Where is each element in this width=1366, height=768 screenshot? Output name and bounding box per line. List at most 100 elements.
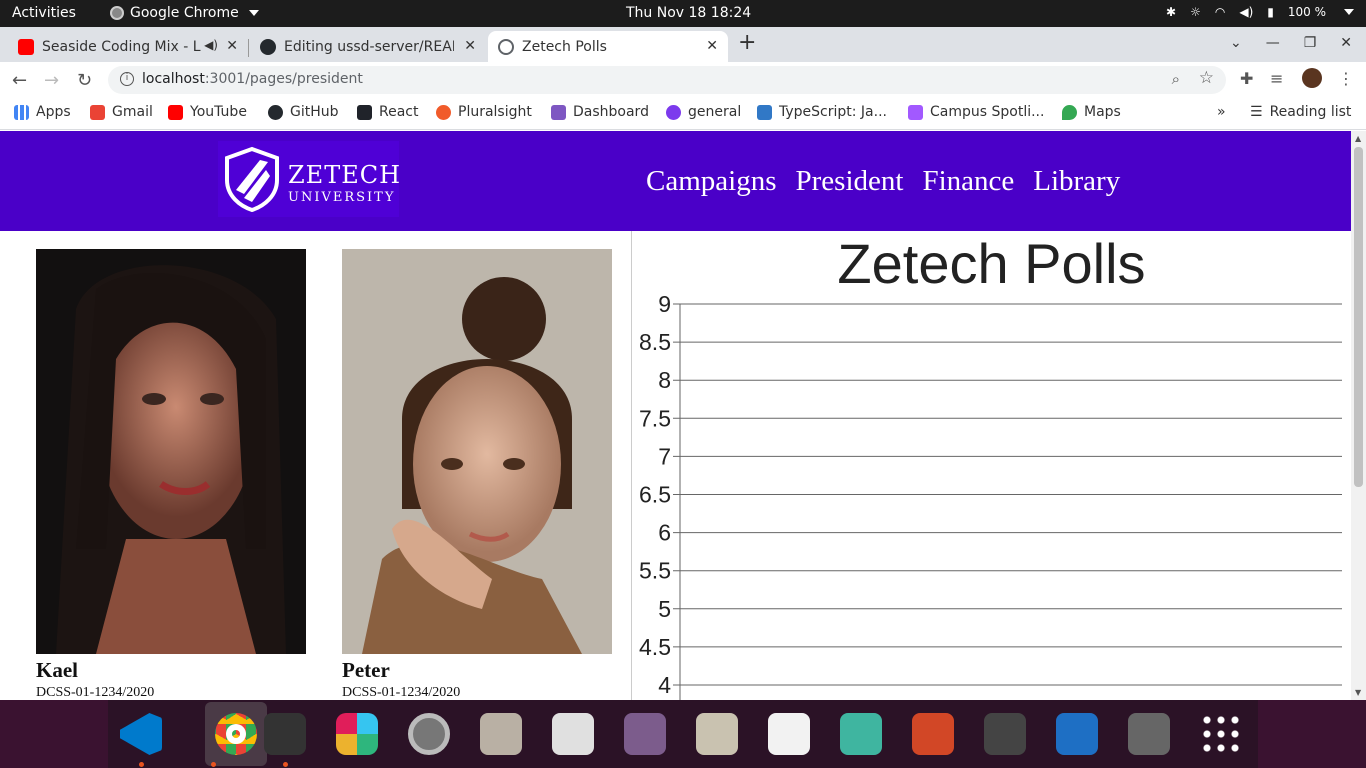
document-viewer-icon[interactable] [549,710,597,758]
settings-icon[interactable] [405,710,453,758]
reading-list-button[interactable]: ☰ Reading list [1250,104,1351,120]
extensions-icon[interactable]: ✚ [1240,69,1253,88]
tab-github[interactable]: Editing ussd-server/READ ✕ [250,31,486,62]
settings-glyph [408,713,450,755]
archive-icon[interactable] [693,710,741,758]
bookmark-general[interactable]: general [666,104,741,120]
system-monitor-icon[interactable] [981,710,1029,758]
candidate-photo[interactable] [36,249,306,654]
menu-icon[interactable]: ⋮ [1338,69,1354,88]
bookmark-dashboard[interactable]: Dashboard [551,104,649,120]
writer-icon[interactable] [1053,710,1101,758]
chevron-down-icon [248,10,259,16]
bookmark-youtube[interactable]: YouTube [168,104,247,120]
y-tick-label: 5.5 [639,558,671,584]
remote-desktop-icon[interactable] [837,710,885,758]
close-icon[interactable]: ✕ [464,38,476,54]
tab-zetech-polls[interactable]: Zetech Polls ✕ [488,31,728,62]
text-editor-icon[interactable] [765,710,813,758]
tab-search-icon[interactable]: ⌄ [1230,35,1242,51]
apps-grid-icon [14,104,29,120]
bookmark-github[interactable]: GitHub [268,104,339,120]
bookmark-maps[interactable]: Maps [1062,104,1121,120]
slack-tray-icon[interactable]: ✱ [1166,5,1176,19]
candidate-card[interactable]: Kael DCSS-01-1234/2020 [36,249,306,700]
show-apps-glyph [1200,713,1242,755]
site-info-icon[interactable]: i [120,72,134,86]
back-icon[interactable]: ← [12,70,27,91]
tab-title: Editing ussd-server/READ [284,38,454,55]
files-icon[interactable] [477,710,525,758]
impress-glyph [912,713,954,755]
page-scrollbar[interactable]: ▲ ▼ [1351,131,1366,700]
system-tray[interactable]: ✱ ☼ ◠ ◀) ▮ 100 % [1166,5,1354,19]
impress-icon[interactable] [909,710,957,758]
bookmark-pluralsight[interactable]: Pluralsight [436,104,532,120]
address-bar[interactable]: i localhost:3001/pages/president ⌕ ☆ [108,66,1226,94]
minimize-icon[interactable]: — [1266,35,1280,51]
vscode-icon[interactable] [117,710,165,758]
gmail-icon [90,104,105,120]
logo-title: ZETECH [288,161,402,189]
y-tick-label: 5 [658,596,671,622]
candidate-name: Peter [342,658,390,682]
bookmark-label: Campus Spotli... [930,104,1045,120]
tweaks-icon[interactable] [621,710,669,758]
figma-icon [908,104,923,120]
nav-link-finance[interactable]: Finance [922,165,1014,198]
system-monitor-glyph [984,713,1026,755]
bookmark-label: general [688,104,742,120]
close-icon[interactable]: ✕ [706,38,718,54]
logo-subtitle: UNIVERSITY [288,190,396,205]
running-indicator [211,762,216,767]
bookmark-star-icon[interactable]: ☆ [1199,68,1214,88]
globe-icon [498,38,514,55]
zetech-logo[interactable]: ZETECH UNIVERSITY [218,141,402,217]
y-tick-label: 8.5 [639,329,671,355]
bookmark-react[interactable]: React [357,104,418,120]
media-control-icon[interactable]: ≡ [1270,69,1283,88]
scroll-up-icon[interactable]: ▲ [1355,134,1361,143]
nav-link-campaigns[interactable]: Campaigns [646,165,777,198]
nav-link-library[interactable]: Library [1033,165,1120,198]
scroll-down-icon[interactable]: ▼ [1355,688,1361,697]
candidate-card[interactable]: Peter DCSS-01-1234/2020 [342,249,612,700]
activities-button[interactable]: Activities [12,5,76,21]
y-tick-label: 4.5 [639,634,671,660]
bookmark-typescript[interactable]: TypeScript: Ja... [757,104,887,120]
usb-creator-icon[interactable] [1125,710,1173,758]
candidate-name: Kael [36,658,78,682]
chrome-icon[interactable] [205,702,267,766]
profile-avatar[interactable] [1302,68,1322,88]
github-icon [260,38,276,55]
y-tick-label: 8 [658,367,671,393]
show-apps-icon[interactable] [1197,710,1245,758]
maps-pin-icon [1062,104,1077,120]
terminal-icon[interactable] [261,710,309,758]
bookmark-apps[interactable]: Apps [14,104,71,120]
nav-link-president[interactable]: President [796,165,904,198]
tab-youtube[interactable]: Seaside Coding Mix - L ◀) ✕ [8,31,248,62]
zoom-icon[interactable]: ⌕ [1172,70,1180,88]
new-tab-icon[interactable]: + [738,30,756,55]
clock[interactable]: Thu Nov 18 18:24 [626,5,751,21]
more-bookmarks-icon[interactable]: » [1217,104,1226,120]
close-window-icon[interactable]: ✕ [1340,35,1352,51]
forward-icon[interactable]: → [44,70,59,91]
restore-icon[interactable]: ❐ [1304,35,1317,51]
speaker-icon[interactable]: ◀) [204,38,218,52]
url-text[interactable]: localhost:3001/pages/president [142,71,363,87]
running-indicator [283,762,288,767]
text-editor-glyph [768,713,810,755]
battery-icon: ▮ [1267,5,1274,19]
reload-icon[interactable]: ↻ [77,70,92,91]
chevron-down-icon [1344,9,1354,15]
candidate-photo[interactable] [342,249,612,654]
close-icon[interactable]: ✕ [226,38,238,54]
bookmark-gmail[interactable]: Gmail [90,104,153,120]
scrollbar-thumb[interactable] [1354,147,1363,487]
bookmark-campus-spotlight[interactable]: Campus Spotli... [908,104,1044,120]
pluralsight-icon [436,104,451,120]
app-menu[interactable]: Google Chrome [110,5,259,21]
slack-icon[interactable] [333,710,381,758]
